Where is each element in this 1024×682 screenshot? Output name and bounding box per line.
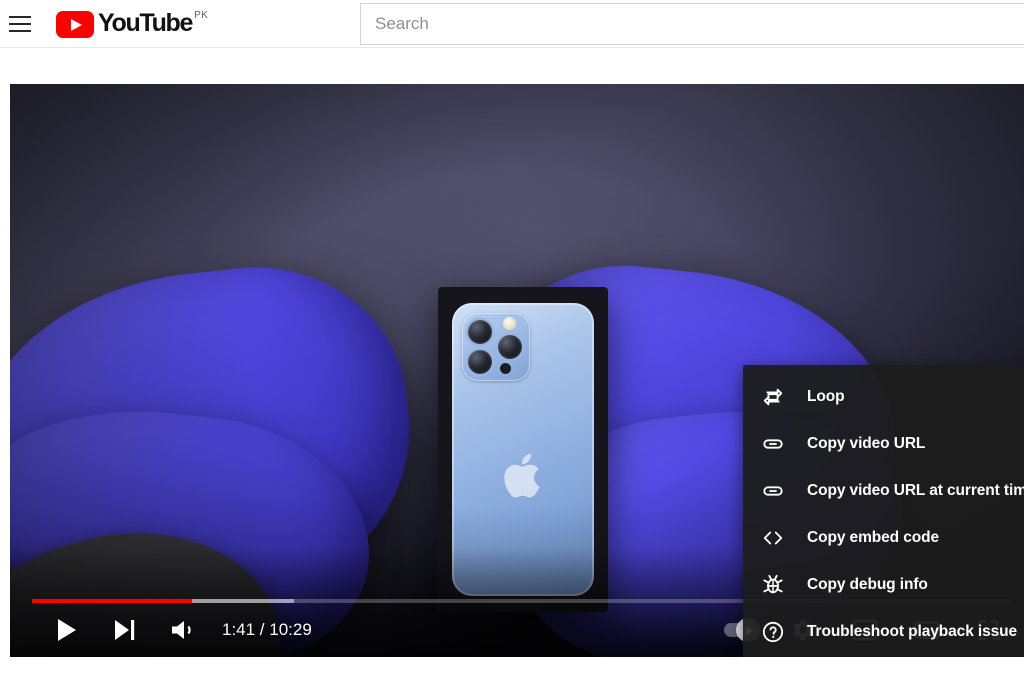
search-box[interactable] — [360, 3, 1024, 45]
menu-item-label: Copy embed code — [807, 528, 939, 546]
youtube-play-logo-icon — [56, 11, 94, 38]
menu-item-troubleshoot-playback-issue[interactable]: Troubleshoot playback issue — [743, 608, 1024, 655]
menu-item-copy-video-url-at-current-time[interactable]: Copy video URL at current time — [743, 467, 1024, 514]
menu-item-label: Troubleshoot playback issue — [807, 622, 1018, 640]
code-brackets-icon — [761, 526, 785, 550]
time-display: 1:41 / 10:29 — [222, 620, 312, 639]
next-button[interactable] — [102, 607, 148, 653]
menu-item-stats-for-nerds[interactable]: Stats for nerds — [743, 655, 1024, 657]
volume-button[interactable] — [160, 607, 206, 653]
question-circle-icon — [761, 620, 785, 644]
search-input[interactable] — [375, 14, 1024, 34]
youtube-header: YouTube PK — [0, 0, 1024, 48]
country-code-label: PK — [194, 10, 209, 21]
loop-icon — [761, 385, 785, 409]
menu-item-label: Copy video URL at current time — [807, 481, 1024, 499]
menu-item-copy-video-url[interactable]: Copy video URL — [743, 420, 1024, 467]
link-icon — [761, 432, 785, 456]
play-icon — [58, 619, 76, 641]
menu-item-label: Copy video URL — [807, 434, 926, 452]
hamburger-bar — [9, 29, 31, 32]
next-track-icon — [115, 620, 135, 640]
video-player[interactable]: 1:41 / 10:29 Loop Copy video URL Copy vi… — [10, 84, 1024, 657]
play-button[interactable] — [44, 607, 90, 653]
hamburger-menu-icon[interactable] — [0, 4, 40, 44]
volume-icon — [172, 621, 191, 639]
progress-played — [32, 599, 193, 603]
video-context-menu[interactable]: Loop Copy video URL Copy video URL at cu… — [743, 365, 1024, 657]
link-icon — [761, 479, 785, 503]
hamburger-bar — [9, 15, 31, 18]
menu-item-copy-debug-info[interactable]: Copy debug info — [743, 561, 1024, 608]
autoplay-play-glyph — [746, 627, 753, 635]
menu-item-label: Loop — [807, 387, 845, 405]
youtube-logo[interactable]: YouTube PK — [56, 9, 208, 38]
youtube-logo-text: YouTube — [98, 9, 193, 37]
bug-icon — [761, 573, 785, 597]
menu-item-copy-embed-code[interactable]: Copy embed code — [743, 514, 1024, 561]
menu-item-label: Copy debug info — [807, 575, 928, 593]
menu-item-loop[interactable]: Loop — [743, 373, 1024, 420]
hamburger-bar — [9, 22, 31, 25]
